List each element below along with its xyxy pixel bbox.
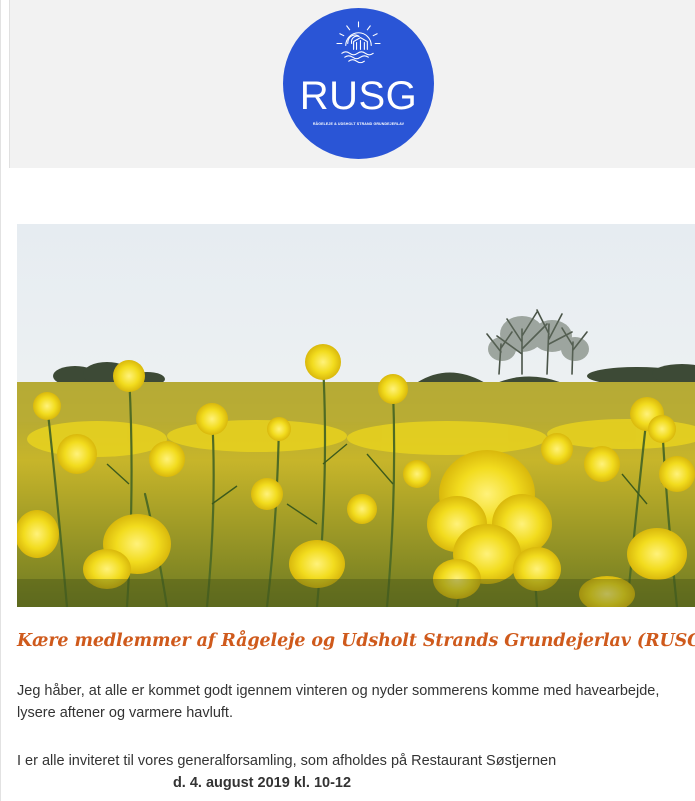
rusg-logo[interactable]: RUSG RÅGELEJE & UDSHOLT STRAND GRUNDEJER… [283, 8, 434, 159]
rapeseed-field-illustration [17, 224, 695, 607]
intro-paragraph: Jeg håber, at alle er kommet godt igenne… [17, 683, 660, 721]
email-body: RUSG RÅGELEJE & UDSHOLT STRAND GRUNDEJER… [0, 0, 695, 801]
logo-text: RUSG [299, 74, 418, 118]
meeting-date: d. 4. august 2019 kl. 10-12 [172, 775, 352, 791]
hero-photo-rapeseed-field [17, 224, 695, 607]
logo-subtitle: RÅGELEJE & UDSHOLT STRAND GRUNDEJERLAV [312, 122, 405, 126]
invitation-paragraph: I er alle inviteret til vores generalfor… [17, 753, 557, 769]
greeting-heading: Kære medlemmer af Rågeleje og Udsholt St… [17, 631, 695, 651]
beach-hut-sun-waves-icon [336, 21, 381, 64]
